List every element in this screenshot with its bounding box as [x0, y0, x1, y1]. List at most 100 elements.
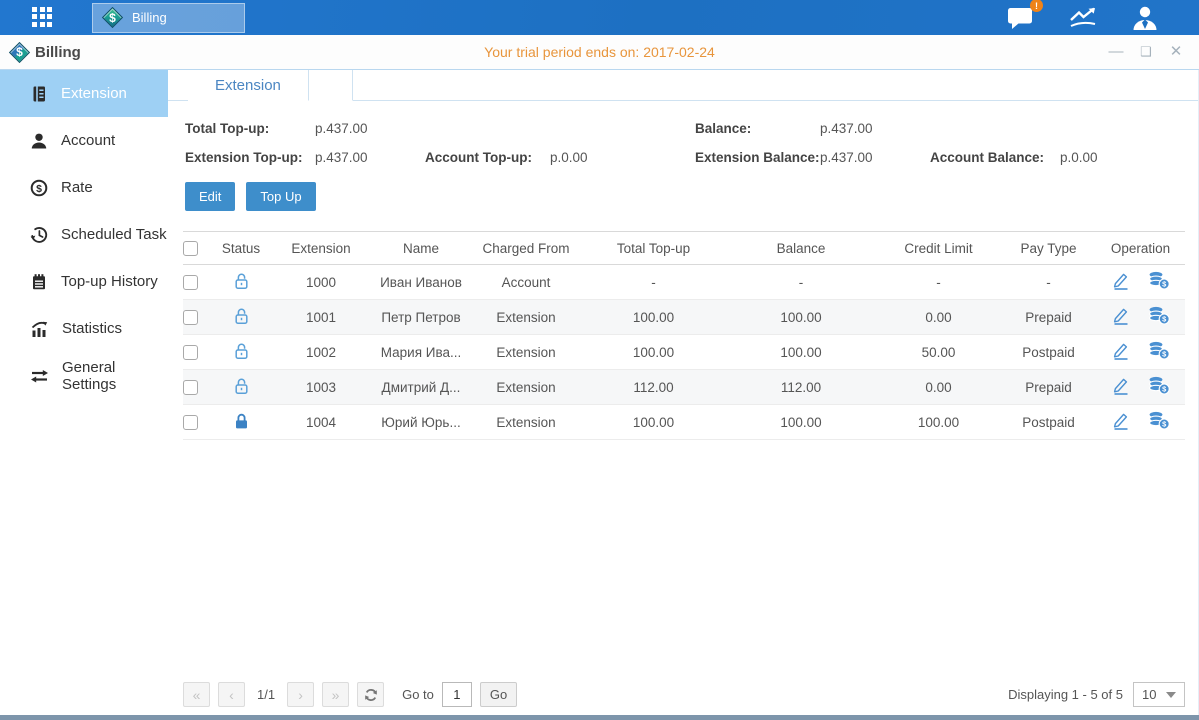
messages-icon[interactable]: ! [1007, 5, 1035, 30]
extension-balance-label: Extension Balance: [695, 150, 820, 165]
table-row: 1004Юрий Юрь...Extension100.00100.00100.… [183, 405, 1185, 440]
unlocked-icon [233, 377, 250, 395]
sidebar-item-label: Account [61, 132, 115, 149]
billing-app-tab[interactable]: $ Billing [92, 3, 245, 33]
app-grid-icon[interactable] [32, 7, 54, 29]
page-indicator: 1/1 [257, 687, 275, 702]
select-all-checkbox[interactable] [183, 241, 198, 256]
billing-window: $ Billing ! [0, 0, 1199, 720]
top-up-row-button[interactable]: $ [1148, 411, 1170, 433]
goto-page-input[interactable] [442, 682, 472, 707]
top-up-button[interactable]: Top Up [246, 182, 315, 211]
credit-limit-cell: 50.00 [876, 335, 1001, 370]
close-button[interactable]: ✕ [1167, 43, 1185, 61]
sidebar-item-label: Rate [61, 179, 93, 196]
col-operation: Operation [1096, 232, 1185, 265]
extension-cell: 1003 [271, 370, 371, 405]
top-up-coins-icon: $ [1148, 376, 1170, 395]
sidebar-item-general-settings[interactable]: General Settings [0, 352, 168, 399]
sidebar-item-rate[interactable]: $ Rate [0, 164, 168, 211]
first-page-button[interactable]: « [183, 682, 210, 707]
status-cell [211, 405, 271, 440]
prev-page-button[interactable]: ‹ [218, 682, 245, 707]
credit-limit-cell: 100.00 [876, 405, 1001, 440]
swap-arrows-icon [30, 367, 49, 385]
sidebar-item-extension[interactable]: Extension [0, 70, 168, 117]
address-book-icon [30, 85, 48, 103]
col-balance: Balance [726, 232, 876, 265]
edit-pencil-icon [1112, 376, 1130, 395]
pager-controls: « ‹ 1/1 › » Go to Go [183, 682, 517, 707]
history-clock-icon [30, 226, 48, 244]
window-title: Billing [35, 44, 81, 61]
sidebar-item-label: General Settings [62, 359, 168, 393]
extension-cell: 1001 [271, 300, 371, 335]
col-pay-type: Pay Type [1001, 232, 1096, 265]
edit-row-button[interactable] [1112, 306, 1130, 328]
extension-balance-value: p.437.00 [820, 150, 930, 165]
next-page-button[interactable]: › [287, 682, 314, 707]
col-credit-limit: Credit Limit [876, 232, 1001, 265]
edit-row-button[interactable] [1112, 411, 1130, 433]
tab-label: Extension [215, 77, 281, 94]
edit-row-button[interactable] [1112, 376, 1130, 398]
top-up-row-button[interactable]: $ [1148, 341, 1170, 363]
sidebar-item-account[interactable]: Account [0, 117, 168, 164]
table-row: 1002Мария Ива...Extension100.00100.0050.… [183, 335, 1185, 370]
dollar-circle-icon: $ [30, 179, 48, 197]
tab-bar: Extension [168, 70, 1198, 101]
page-size-value: 10 [1142, 687, 1156, 702]
sidebar-item-scheduled-task[interactable]: Scheduled Task [0, 211, 168, 258]
last-page-button[interactable]: » [322, 682, 349, 707]
operation-cell: $ [1096, 265, 1185, 300]
extension-table-wrap: Status Extension Name Charged From Total… [183, 231, 1185, 440]
extension-cell: 1000 [271, 265, 371, 300]
page-size-select[interactable]: 10 [1133, 682, 1185, 707]
maximize-button[interactable]: ❑ [1137, 43, 1155, 61]
top-up-coins-icon: $ [1148, 271, 1170, 290]
unlocked-icon [233, 342, 250, 360]
sidebar: Extension Account $ Rate [0, 70, 168, 715]
sidebar-item-statistics[interactable]: Statistics [0, 305, 168, 352]
row-checkbox[interactable] [183, 415, 198, 430]
billing-window-icon: $ [8, 41, 31, 64]
top-up-row-button[interactable]: $ [1148, 306, 1170, 328]
sidebar-item-topup-history[interactable]: Top-up History [0, 258, 168, 305]
name-cell: Юрий Юрь... [371, 405, 471, 440]
top-up-row-button[interactable]: $ [1148, 376, 1170, 398]
credit-limit-cell: 0.00 [876, 370, 1001, 405]
balance-cell: - [726, 265, 876, 300]
notepad-icon [30, 273, 48, 291]
status-cell [211, 370, 271, 405]
action-buttons: Edit Top Up [185, 182, 1198, 211]
window-controls: — ❑ ✕ [1107, 43, 1185, 61]
billing-dollar-diamond-icon: $ [101, 6, 124, 29]
edit-row-button[interactable] [1112, 341, 1130, 363]
name-cell: Дмитрий Д... [371, 370, 471, 405]
row-checkbox[interactable] [183, 345, 198, 360]
edit-pencil-icon [1112, 341, 1130, 360]
user-account-icon[interactable] [1131, 5, 1159, 31]
topbar: $ Billing ! [0, 0, 1199, 35]
row-checkbox[interactable] [183, 310, 198, 325]
window-bottom-edge [0, 715, 1199, 720]
pay-type-cell: Prepaid [1001, 300, 1096, 335]
go-button[interactable]: Go [480, 682, 517, 707]
pay-type-cell: Postpaid [1001, 405, 1096, 440]
col-name: Name [371, 232, 471, 265]
row-checkbox[interactable] [183, 275, 198, 290]
row-checkbox[interactable] [183, 380, 198, 395]
tab-extension[interactable]: Extension [188, 70, 309, 101]
minimize-button[interactable]: — [1107, 43, 1125, 61]
pagination-bar: « ‹ 1/1 › » Go to Go [183, 682, 1185, 707]
top-up-row-button[interactable]: $ [1148, 271, 1170, 293]
body: Extension Account $ Rate [0, 70, 1199, 715]
reports-chart-icon[interactable] [1068, 6, 1098, 30]
unlocked-icon [233, 307, 250, 325]
refresh-icon[interactable] [357, 682, 384, 707]
total-topup-cell: 112.00 [581, 370, 726, 405]
edit-row-button[interactable] [1112, 271, 1130, 293]
edit-button[interactable]: Edit [185, 182, 235, 211]
pay-type-cell: Prepaid [1001, 370, 1096, 405]
status-cell [211, 300, 271, 335]
